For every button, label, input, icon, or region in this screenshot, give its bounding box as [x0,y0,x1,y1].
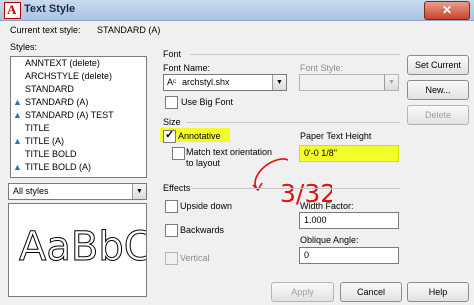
list-item[interactable]: ▲ TITLE BOLD (A) [11,162,146,173]
delete-style-button[interactable]: Delete [407,105,469,125]
list-item[interactable]: TITLE BOLD [11,149,146,160]
backwards-label: Backwards [180,225,225,235]
list-item[interactable]: TITLE [11,123,146,134]
vertical-label: Vertical [180,253,210,263]
set-current-button[interactable]: Set Current [407,55,469,75]
style-preview: AaBbC [8,203,147,297]
upside-down-checkbox[interactable] [165,200,178,213]
annotative-label: Annotative [178,131,221,141]
close-button[interactable]: ✕ [424,1,470,20]
styles-filter-select[interactable]: All styles ▼ [8,183,147,200]
title-bar: A Text Style ✕ [0,0,474,21]
vertical-checkbox[interactable] [165,252,178,265]
size-group-label: Size [163,117,181,127]
upside-down-label: Upside down [180,201,233,211]
oblique-angle-value: 0 [304,250,310,260]
annotative-checkbox[interactable] [163,128,176,143]
font-name-label: Font Name: [163,63,211,73]
list-item[interactable]: ARCHSTYLE (delete) [11,71,146,82]
current-style-value: STANDARD (A) [97,25,161,35]
paper-text-height-label: Paper Text Height [300,131,372,141]
font-name-value: archstyl.shx [182,77,230,87]
font-name-select[interactable]: Aᶜ archstyl.shx ▼ [163,74,287,91]
font-group-divider [190,54,400,55]
help-button[interactable]: Help [407,282,469,302]
annotative-icon: ▲ [13,136,22,146]
autocad-app-icon: A [4,2,21,19]
effects-group-divider [192,188,400,189]
list-item[interactable]: ▲ TITLE (A) [11,136,146,147]
use-big-font-checkbox[interactable] [165,96,178,109]
list-item[interactable]: ▲ STANDARD (A) [11,97,146,108]
width-factor-label: Width Factor: [300,201,354,211]
styles-filter-value: All styles [13,186,49,196]
styles-list[interactable]: ANNTEXT (delete) ARCHSTYLE (delete) STAN… [10,56,147,178]
chevron-down-icon: ▼ [272,75,286,90]
font-group-label: Font [163,49,182,59]
annotative-icon: ▲ [13,110,22,120]
handwritten-annotation: 3/32" [252,158,332,206]
width-factor-input[interactable]: 1.000 [299,212,399,229]
preview-text: AaBbC [19,224,147,271]
size-group-divider [186,122,400,123]
apply-button[interactable]: Apply [271,282,334,302]
paper-text-height-value: 0'-0 1/8" [304,148,337,158]
oblique-angle-input[interactable]: 0 [299,247,399,264]
font-style-select[interactable]: ▼ [299,74,399,91]
styles-label: Styles: [10,42,38,52]
width-factor-value: 1.000 [304,215,327,225]
use-big-font-label: Use Big Font [181,97,234,107]
window-title: Text Style [24,3,76,15]
annotative-icon: ▲ [13,162,22,172]
backwards-checkbox[interactable] [165,224,178,237]
font-style-label: Font Style: [300,63,344,73]
list-item[interactable]: ▲ STANDARD (A) TEST [11,110,146,121]
match-orientation-label-line1: Match text orientation [186,147,273,157]
match-orientation-checkbox[interactable] [172,147,185,160]
font-icon: Aᶜ [167,77,177,87]
current-style-label: Current text style: [10,25,81,35]
chevron-down-icon: ▼ [132,184,146,199]
match-orientation-label-line2: to layout [186,158,221,168]
list-item[interactable]: STANDARD [11,84,146,95]
chevron-down-icon: ▼ [384,75,398,90]
oblique-angle-label: Oblique Angle: [300,235,359,245]
cancel-button[interactable]: Cancel [340,282,402,302]
list-item[interactable]: ANNTEXT (delete) [11,58,146,69]
new-style-button[interactable]: New... [407,80,469,100]
annotative-icon: ▲ [13,97,22,107]
effects-group-label: Effects [163,183,191,193]
